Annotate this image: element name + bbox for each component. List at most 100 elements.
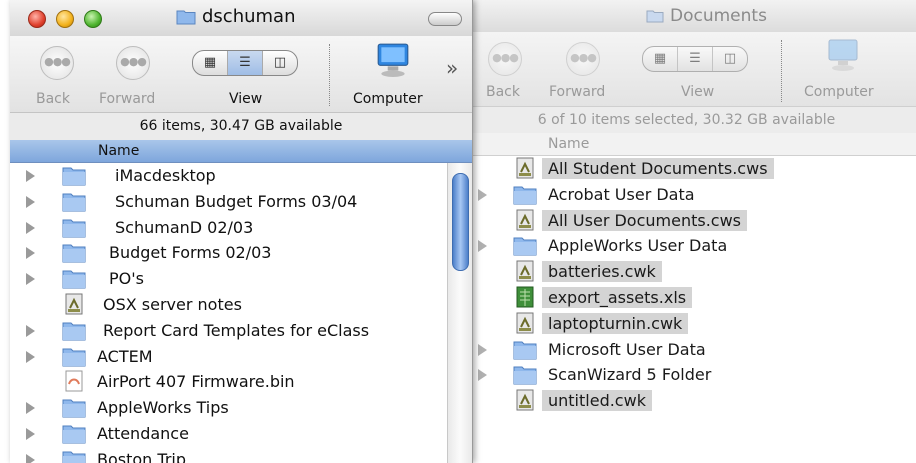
list-item-label: Budget Forms 02/03 xyxy=(109,243,272,263)
back-label: Back xyxy=(486,84,520,100)
folder-icon xyxy=(62,422,86,448)
list-item[interactable]: OSX server notes xyxy=(10,292,445,318)
list-item[interactable]: ScanWizard 5 Folder xyxy=(456,362,916,388)
list-item[interactable]: batteries.cwk xyxy=(456,259,916,285)
disclosure-triangle-icon[interactable] xyxy=(26,350,35,363)
scrollbar-thumb[interactable] xyxy=(452,173,469,271)
list-view-button[interactable]: ☰ xyxy=(678,47,713,71)
disclosure-triangle-icon[interactable] xyxy=(26,273,35,286)
vertical-scrollbar[interactable] xyxy=(447,163,472,463)
documents-file-list: All Student Documents.cws Acrobat User Da… xyxy=(456,156,916,414)
folder-icon xyxy=(513,183,537,209)
folder-icon xyxy=(646,8,664,28)
back-button[interactable]: ●●● xyxy=(40,46,74,80)
folder-icon xyxy=(62,164,86,190)
list-item[interactable]: untitled.cwk xyxy=(456,388,916,414)
disclosure-triangle-icon[interactable] xyxy=(26,427,35,440)
list-item[interactable]: Boston Trip xyxy=(10,447,445,463)
list-item[interactable]: Budget Forms 02/03 xyxy=(10,240,445,266)
disclosure-triangle-icon[interactable] xyxy=(478,343,487,356)
toolbar-toggle-button[interactable] xyxy=(428,12,462,26)
back-label: Back xyxy=(36,91,70,107)
back-button[interactable]: ●●● xyxy=(488,42,522,76)
firmware-binary-icon xyxy=(62,370,86,396)
dschuman-toolbar: ●●● ●●● ▦ ☰ ◫ » Back Forward View Comput… xyxy=(10,36,472,112)
list-item-label: export_assets.xls xyxy=(542,286,693,308)
list-item[interactable]: ACTEM xyxy=(10,344,445,370)
list-item[interactable]: PO's xyxy=(10,266,445,292)
folder-icon xyxy=(62,319,86,345)
folder-icon xyxy=(62,396,86,422)
toolbar-overflow-icon[interactable]: » xyxy=(446,56,458,80)
disclosure-triangle-icon[interactable] xyxy=(26,402,35,415)
list-item[interactable]: export_assets.xls xyxy=(456,285,916,311)
view-label: View xyxy=(681,84,715,100)
folder-icon xyxy=(62,216,86,242)
view-switcher[interactable]: ▦ ☰ ◫ xyxy=(192,50,298,76)
forward-button[interactable]: ●●● xyxy=(566,42,600,76)
list-item[interactable]: AppleWorks User Data xyxy=(456,233,916,259)
disclosure-triangle-icon[interactable] xyxy=(26,247,35,260)
disclosure-triangle-icon[interactable] xyxy=(26,453,35,463)
icon-view-button[interactable]: ▦ xyxy=(643,47,678,71)
view-switcher[interactable]: ▦ ☰ ◫ xyxy=(642,46,748,72)
list-item-label: OSX server notes xyxy=(103,294,242,314)
documents-window-title: Documents xyxy=(646,6,767,28)
appleworks-document-icon xyxy=(62,293,86,319)
list-item[interactable]: AirPort 407 Firmware.bin xyxy=(10,369,445,395)
disclosure-triangle-icon[interactable] xyxy=(26,195,35,208)
documents-titlebar[interactable]: Documents xyxy=(456,0,916,32)
forward-label: Forward xyxy=(99,91,156,107)
column-view-button[interactable]: ◫ xyxy=(263,51,297,75)
list-item-label: All Student Documents.cws xyxy=(542,158,774,179)
computer-icon[interactable] xyxy=(826,38,860,76)
disclosure-triangle-icon[interactable] xyxy=(478,240,487,253)
appleworks-document-icon xyxy=(513,260,537,286)
dschuman-titlebar[interactable]: dschuman xyxy=(10,0,472,36)
dschuman-status-bar: 66 items, 30.47 GB available xyxy=(10,112,472,141)
computer-icon[interactable] xyxy=(375,42,411,82)
close-button[interactable] xyxy=(28,10,46,28)
column-view-button[interactable]: ◫ xyxy=(713,47,747,71)
list-item-label: ACTEM xyxy=(97,346,153,366)
list-item-label: AppleWorks Tips xyxy=(97,398,229,418)
list-view-button[interactable]: ☰ xyxy=(228,51,263,75)
documents-name-column-header[interactable]: Name xyxy=(456,133,916,156)
list-item[interactable]: Report Card Templates for eClass xyxy=(10,318,445,344)
appleworks-document-icon xyxy=(513,209,537,235)
list-item-label: ScanWizard 5 Folder xyxy=(548,365,712,385)
computer-label: Computer xyxy=(804,84,874,100)
zoom-button[interactable] xyxy=(84,10,102,28)
list-item-label: Attendance xyxy=(97,423,189,443)
forward-button[interactable]: ●●● xyxy=(116,46,150,80)
disclosure-triangle-icon[interactable] xyxy=(478,188,487,201)
list-item[interactable]: All User Documents.cws xyxy=(456,208,916,234)
list-item-label: SchumanD 02/03 xyxy=(115,217,254,237)
list-item[interactable]: All Student Documents.cws xyxy=(456,156,916,182)
disclosure-triangle-icon[interactable] xyxy=(26,324,35,337)
list-item-label: Boston Trip xyxy=(97,449,186,463)
icon-view-button[interactable]: ▦ xyxy=(193,51,228,75)
list-item[interactable]: SchumanD 02/03 xyxy=(10,215,445,241)
list-item[interactable]: Acrobat User Data xyxy=(456,182,916,208)
disclosure-triangle-icon[interactable] xyxy=(26,170,35,182)
list-item[interactable]: laptopturnin.cwk xyxy=(456,311,916,337)
list-item-label: batteries.cwk xyxy=(542,261,662,283)
appleworks-document-icon xyxy=(513,312,537,338)
list-item[interactable]: Microsoft User Data xyxy=(456,337,916,363)
disclosure-triangle-icon[interactable] xyxy=(26,221,35,234)
list-item[interactable]: iMacdesktop xyxy=(10,163,445,189)
documents-window[interactable]: Documents ●●● ●●● ▦ ☰ ◫ Back Forward Vie… xyxy=(455,0,916,463)
dschuman-window[interactable]: dschuman ●●● ●●● ▦ ☰ ◫ » Back Forward Vi… xyxy=(10,0,473,463)
list-item[interactable]: Schuman Budget Forms 03/04 xyxy=(10,189,445,215)
list-item-label: iMacdesktop xyxy=(115,166,216,185)
folder-icon xyxy=(513,363,537,389)
column-header-label: Name xyxy=(548,136,590,152)
disclosure-triangle-icon[interactable] xyxy=(478,369,487,382)
list-item[interactable]: Attendance xyxy=(10,421,445,447)
list-item[interactable]: AppleWorks Tips xyxy=(10,395,445,421)
dschuman-name-column-header[interactable]: Name xyxy=(10,140,472,163)
folder-icon xyxy=(513,234,537,260)
minimize-button[interactable] xyxy=(56,10,74,28)
folder-icon xyxy=(62,190,86,216)
